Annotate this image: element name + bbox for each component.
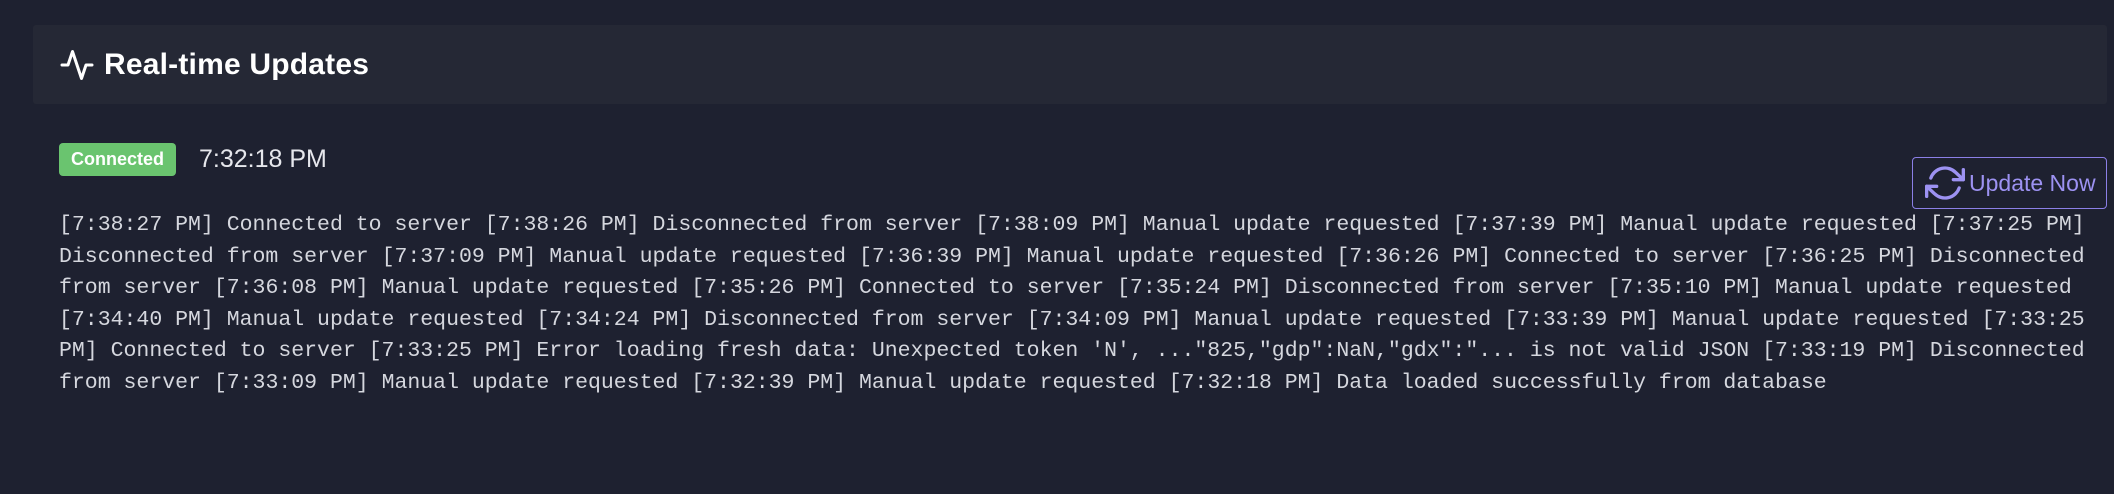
log-entry: [7:32:39 PM] Manual update requested [691,370,1156,395]
log-entry: [7:36:08 PM] Manual update requested [213,276,679,300]
last-update-time: 7:32:18 PM [199,145,327,173]
log-entry: [7:38:09 PM] Manual update requested [975,213,1440,237]
log-entry: [7:36:26 PM] Connected to server [1336,244,1750,269]
activity-log: [7:38:27 PM] Connected to server [7:38:2… [59,210,2099,399]
update-now-button[interactable]: Update Now [1912,157,2107,209]
status-row: Connected 7:32:18 PM Update Now [59,143,2107,209]
log-entry: [7:33:39 PM] Manual update requested [1504,307,1969,332]
log-entry: [7:36:39 PM] Manual update requested [858,244,1324,269]
log-entry: [7:35:10 PM] Manual update requested [1607,276,2072,300]
log-entry: [7:35:24 PM] Disconnected from server [1117,276,1595,300]
log-entry: [7:37:39 PM] Manual update requested [1452,213,1917,237]
log-entry: [7:33:09 PM] Manual update requested [213,370,679,395]
log-entry: [7:37:09 PM] Manual update requested [381,244,847,269]
log-entry: [7:34:40 PM] Manual update requested [59,307,524,332]
panel-title: Real-time Updates [104,47,370,81]
log-entry: [7:33:25 PM] Error loading fresh data: U… [368,339,1750,363]
panel-header: Real-time Updates [33,25,2107,104]
log-entry: [7:32:18 PM] Data loaded successfully fr… [1168,370,1827,395]
log-entry: [7:35:26 PM] Connected to server [691,276,1105,300]
pulse-icon [59,47,95,83]
realtime-updates-panel: Real-time Updates Connected 7:32:18 PM U… [33,25,2107,493]
status-badge: Connected [59,143,177,176]
log-entry: [7:38:27 PM] Connected to server [59,213,472,237]
log-entry: [7:34:09 PM] Manual update requested [1026,307,1492,332]
refresh-icon [1925,163,1965,203]
log-entry: [7:38:26 PM] Disconnected from server [484,213,963,237]
log-entry: [7:34:24 PM] Disconnected from server [536,307,1014,332]
update-now-label: Update Now [1969,169,2096,196]
